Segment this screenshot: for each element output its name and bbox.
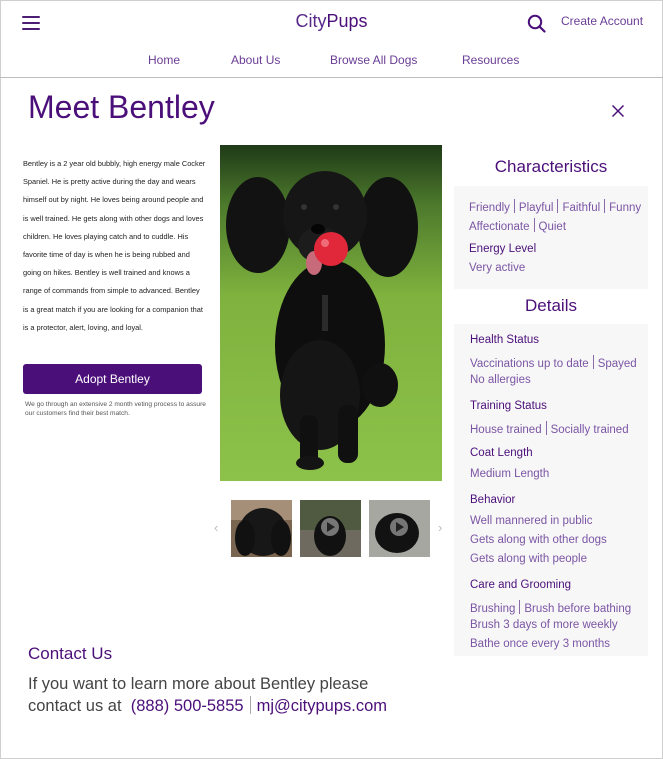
dog-description: Bentley is a 2 year old bubbly, high ene… — [23, 159, 206, 332]
training-line-1: House trained Socially trained — [470, 421, 629, 436]
behavior-line-2: Gets along with other dogs — [470, 534, 607, 546]
training-item: House trained — [470, 424, 542, 436]
logo-city: City — [295, 11, 327, 31]
trait: Quiet — [538, 221, 567, 233]
thumbnail-2-video[interactable] — [300, 500, 361, 557]
care-item: Brushing — [470, 603, 516, 615]
header-divider — [0, 77, 663, 78]
traits-line-1: Friendly Playful Faithful Funny — [469, 199, 641, 214]
health-status-label: Health Status — [470, 334, 540, 346]
behavior-label: Behavior — [470, 494, 516, 506]
health-item: Vaccinations up to date — [470, 358, 589, 370]
care-grooming-label: Care and Grooming — [470, 579, 571, 591]
trait: Faithful — [562, 202, 601, 214]
contact-text: If you want to learn more about Bentley … — [28, 673, 387, 717]
care-line-2: Brush 3 days of more weekly — [470, 619, 618, 631]
nav-home[interactable]: Home — [148, 53, 180, 67]
adopt-note: We go through an extensive 2 month vetin… — [25, 401, 206, 417]
create-account-link[interactable]: Create Account — [561, 14, 643, 28]
contact-line-2: contact us at (888) 500-5855 mj@citypups.… — [28, 695, 387, 717]
energy-level-value: Very active — [469, 262, 526, 274]
main-nav: Home About Us Browse All Dogs Resources — [0, 53, 663, 69]
adopt-button[interactable]: Adopt Bentley — [23, 364, 202, 394]
chevron-left-icon[interactable]: ‹ — [214, 520, 218, 535]
nav-about-us[interactable]: About Us — [231, 53, 280, 67]
care-line-1: Brushing Brush before bathing — [470, 600, 631, 615]
behavior-line-3: Gets along with people — [470, 553, 587, 565]
nav-resources[interactable]: Resources — [462, 53, 519, 67]
thumbnail-1[interactable] — [231, 500, 292, 557]
thumbnail-3-video[interactable] — [369, 500, 430, 557]
training-item: Socially trained — [550, 424, 629, 436]
training-status-label: Training Status — [470, 400, 547, 412]
care-item: Brush before bathing — [524, 603, 632, 615]
trait: Affectionate — [469, 221, 530, 233]
trait: Playful — [518, 202, 554, 214]
main-dog-photo — [220, 145, 442, 481]
close-icon[interactable] — [611, 104, 625, 118]
chevron-right-icon[interactable]: › — [438, 520, 442, 535]
care-line-3: Bathe once every 3 months — [470, 638, 610, 650]
energy-level-label: Energy Level — [469, 243, 537, 255]
behavior-line-1: Well mannered in public — [470, 515, 593, 527]
trait: Friendly — [469, 202, 510, 214]
health-item: Spayed — [597, 358, 637, 370]
phone-link[interactable]: (888) 500-5855 — [131, 697, 244, 715]
health-line-2: No allergies — [470, 374, 531, 386]
logo-pups: Pups — [326, 11, 368, 31]
email-link[interactable]: mj@citypups.com — [257, 697, 387, 715]
search-icon[interactable] — [527, 14, 546, 33]
trait: Funny — [609, 202, 642, 214]
contact-line-1: If you want to learn more about Bentley … — [28, 675, 369, 693]
coat-length-value: Medium Length — [470, 468, 550, 480]
nav-browse-all-dogs[interactable]: Browse All Dogs — [330, 53, 417, 67]
page-title: Meet Bentley — [28, 89, 215, 125]
details-title: Details — [525, 296, 577, 315]
traits-line-2: Affectionate Quiet — [469, 218, 566, 233]
contact-prefix: contact us at — [28, 697, 122, 715]
coat-length-label: Coat Length — [470, 447, 533, 459]
contact-title: Contact Us — [28, 644, 113, 663]
health-line-1: Vaccinations up to date Spayed — [470, 355, 637, 370]
characteristics-title: Characteristics — [494, 157, 608, 176]
